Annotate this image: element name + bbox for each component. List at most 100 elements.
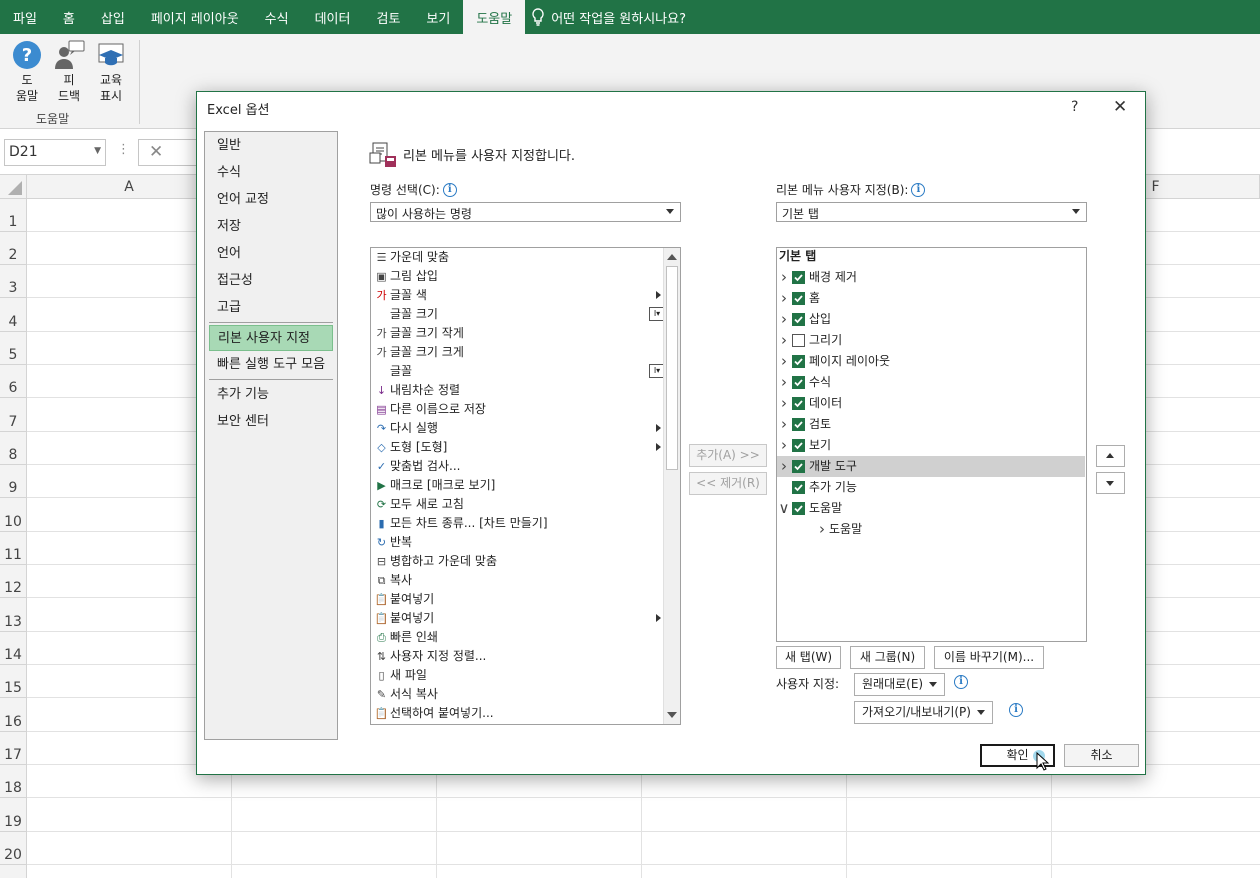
checkbox[interactable] <box>792 460 805 473</box>
name-box[interactable]: D21 ▼ <box>4 139 106 166</box>
expand-icon[interactable]: › <box>777 351 791 372</box>
command-item[interactable]: 📋 붙여넣기 <box>373 609 661 628</box>
expand-icon[interactable]: › <box>777 414 791 435</box>
info-icon[interactable]: i <box>954 675 968 689</box>
scroll-up-icon[interactable] <box>667 254 677 260</box>
reset-button[interactable]: 원래대로(E) <box>854 673 946 696</box>
row-header-2[interactable]: 2 <box>0 232 27 265</box>
row-header-21[interactable]: 21 <box>0 865 27 878</box>
nav-item-2[interactable]: 언어 교정 <box>209 187 333 213</box>
checkbox[interactable] <box>792 334 805 347</box>
tree-node[interactable]: › 검토 <box>777 414 1085 435</box>
command-item[interactable]: 가 글꼴 크기 크게 <box>373 343 661 362</box>
row-header-4[interactable]: 4 <box>0 298 27 332</box>
checkbox[interactable] <box>792 271 805 284</box>
command-item[interactable]: ◇ 도형 [도형] <box>373 438 661 457</box>
command-item[interactable]: 가 글꼴 크기 작게 <box>373 324 661 343</box>
nav-item-1[interactable]: 수식 <box>209 160 333 186</box>
expand-icon[interactable]: › <box>815 519 829 540</box>
checkbox[interactable] <box>792 418 805 431</box>
scroll-thumb[interactable] <box>666 266 678 470</box>
nav-item-8[interactable]: 빠른 실행 도구 모음 <box>209 352 333 378</box>
command-item[interactable]: ⇅ 사용자 지정 정렬... <box>373 647 661 666</box>
new-tab-button[interactable]: 새 탭(W) <box>776 646 841 669</box>
nav-item-4[interactable]: 언어 <box>209 241 333 267</box>
row-header-11[interactable]: 11 <box>0 532 27 565</box>
nav-item-9[interactable]: 추가 기능 <box>209 382 333 408</box>
row-header-20[interactable]: 20 <box>0 832 27 865</box>
expand-icon[interactable]: › <box>777 309 791 330</box>
remove-button[interactable]: << 제거(R) <box>689 472 767 495</box>
command-item[interactable]: ▮ 모든 차트 종류... [차트 만들기] <box>373 514 661 533</box>
nav-item-5[interactable]: 접근성 <box>209 268 333 294</box>
expand-icon[interactable]: › <box>777 435 791 456</box>
row-header-8[interactable]: 8 <box>0 432 27 465</box>
command-item[interactable]: ☰ 가운데 맞춤 <box>373 248 661 267</box>
info-icon[interactable]: i <box>1009 703 1023 717</box>
import-export-button[interactable]: 가져오기/내보내기(P) <box>854 701 993 724</box>
tree-node[interactable]: › 도움말 <box>815 519 1085 540</box>
move-up-button[interactable] <box>1096 445 1125 467</box>
command-item[interactable]: ✎ 서식 복사 <box>373 685 661 704</box>
command-item[interactable]: ⟳ 모두 새로 고침 <box>373 495 661 514</box>
tree-node[interactable]: › 데이터 <box>777 393 1085 414</box>
tab-7[interactable]: 보기 <box>413 0 463 34</box>
commands-list[interactable]: ☰ 가운데 맞춤 ▣ 그림 삽입 가 글꼴 색 글꼴 크기 I▾ 가 글꼴 크기 작게 가 글꼴 크기… <box>370 247 681 725</box>
checkbox[interactable] <box>792 439 805 452</box>
new-group-button[interactable]: 새 그룹(N) <box>850 646 925 669</box>
checkbox[interactable] <box>792 355 805 368</box>
command-item[interactable]: ⧉ 복사 <box>373 571 661 590</box>
info-icon[interactable]: i <box>442 182 457 197</box>
ribbon-tabs-tree[interactable]: 기본 탭 › 배경 제거 › 홈 › 삽입 › 그리기 › 페이지 레이아웃 › 수식 › 데이터 › 검토 › 보… <box>776 247 1087 642</box>
tree-node[interactable]: › 수식 <box>777 372 1085 393</box>
nav-item-3[interactable]: 저장 <box>209 214 333 240</box>
move-down-button[interactable] <box>1096 472 1125 494</box>
expand-icon[interactable]: › <box>777 267 791 288</box>
expand-icon[interactable]: › <box>777 330 791 351</box>
tab-1[interactable]: 홈 <box>50 0 88 34</box>
checkbox[interactable] <box>792 481 805 494</box>
row-header-7[interactable]: 7 <box>0 398 27 432</box>
row-header-9[interactable]: 9 <box>0 465 27 498</box>
command-item[interactable]: ▯ 새 파일 <box>373 666 661 685</box>
row-header-17[interactable]: 17 <box>0 732 27 765</box>
tree-node[interactable]: › 페이지 레이아웃 <box>777 351 1085 372</box>
choose-commands-dropdown[interactable]: 많이 사용하는 명령 <box>370 202 681 222</box>
row-header-10[interactable]: 10 <box>0 498 27 532</box>
tree-node[interactable]: › 보기 <box>777 435 1085 456</box>
rename-button[interactable]: 이름 바꾸기(M)... <box>934 646 1044 669</box>
tree-node[interactable]: › 개발 도구 <box>777 456 1085 477</box>
row-header-14[interactable]: 14 <box>0 632 27 665</box>
tab-4[interactable]: 수식 <box>252 0 302 34</box>
add-button[interactable]: 추가(A) >> <box>689 444 767 467</box>
command-item[interactable]: ▣ 그림 삽입 <box>373 267 661 286</box>
row-header-12[interactable]: 12 <box>0 565 27 598</box>
info-icon[interactable]: i <box>911 182 926 197</box>
row-header-18[interactable]: 18 <box>0 765 27 798</box>
tree-node[interactable]: ∨ 도움말 <box>777 498 1085 519</box>
command-item[interactable]: 글꼴 I▾ <box>373 362 665 381</box>
formula-cancel-button[interactable]: ✕ <box>138 139 198 166</box>
tree-node[interactable]: › 삽입 <box>777 309 1085 330</box>
tell-me-search[interactable]: 어떤 작업을 원하시나요? <box>531 0 686 34</box>
collapse-icon[interactable]: ∨ <box>777 498 791 519</box>
tab-5[interactable]: 데이터 <box>302 0 364 34</box>
checkbox[interactable] <box>792 397 805 410</box>
expand-icon[interactable]: › <box>777 393 791 414</box>
help-button[interactable]: ? 도 움말 <box>10 40 44 104</box>
command-item[interactable]: 📋 붙여넣기 <box>373 590 661 609</box>
row-header-1[interactable]: 1 <box>0 199 27 232</box>
tab-3[interactable]: 페이지 레이아웃 <box>138 0 252 34</box>
expand-icon[interactable]: › <box>777 288 791 309</box>
command-item[interactable]: ✓ 맞춤법 검사... <box>373 457 661 476</box>
checkbox[interactable] <box>792 292 805 305</box>
customize-ribbon-dropdown[interactable]: 기본 탭 <box>776 202 1087 222</box>
nav-item-10[interactable]: 보안 센터 <box>209 409 333 435</box>
select-all-corner[interactable] <box>0 175 27 199</box>
nav-item-0[interactable]: 일반 <box>209 133 333 159</box>
dialog-help-button[interactable]: ? <box>1071 99 1078 115</box>
row-header-6[interactable]: 6 <box>0 365 27 398</box>
command-item[interactable]: 글꼴 크기 I▾ <box>373 305 665 324</box>
command-item[interactable]: ↷ 다시 실행 <box>373 419 661 438</box>
scroll-down-icon[interactable] <box>667 712 677 718</box>
